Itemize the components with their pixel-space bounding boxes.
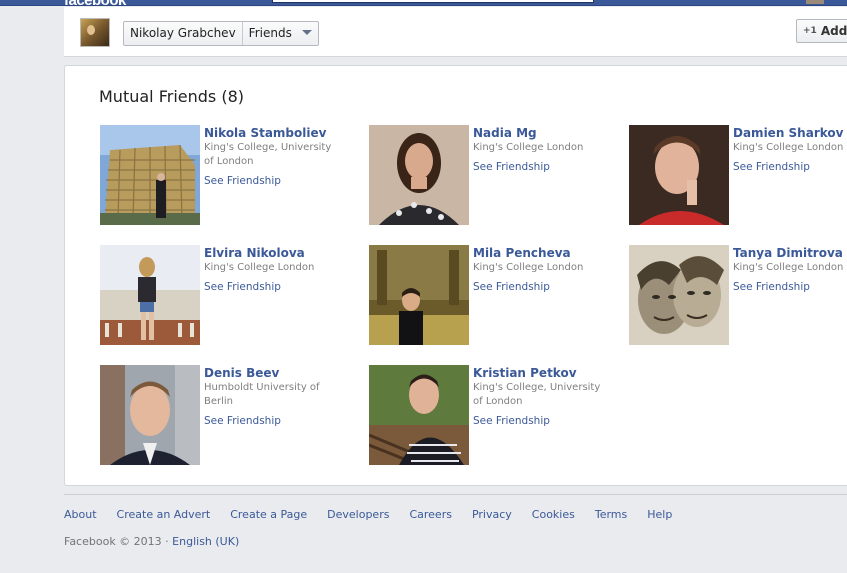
friend-info: Nadia Mg King's College London See Frien… <box>473 125 613 174</box>
friend-name-link[interactable]: Denis Beev <box>204 365 344 381</box>
friend-card: Elvira Nikolova King's College London Se… <box>100 245 350 345</box>
see-friendship-link[interactable]: See Friendship <box>204 414 344 428</box>
friend-school: King's College London <box>733 262 844 273</box>
friend-info: Denis Beev Humboldt University of Berlin… <box>204 365 344 428</box>
footer-divider <box>64 494 847 495</box>
friend-photo[interactable] <box>369 245 469 345</box>
user-avatar[interactable] <box>806 0 824 4</box>
footer-links: About Create an Advert Create a Page Dev… <box>64 508 692 521</box>
mutual-friends-panel: Mutual Friends (8) Nikola Stamboliev Kin… <box>64 65 847 486</box>
footer-link-careers[interactable]: Careers <box>409 508 452 521</box>
friend-info: Elvira Nikolova King's College London Se… <box>204 245 344 294</box>
friend-school: King's College London <box>204 262 315 273</box>
portrait-photo <box>369 365 469 465</box>
friend-school: King's College London <box>733 142 844 153</box>
friend-info: Kristian Petkov King's College, Universi… <box>473 365 613 428</box>
profile-header: Nikolay Grabchev Friends +1 Add <box>64 7 847 57</box>
friend-card: Nadia Mg King's College London See Frien… <box>369 125 619 225</box>
top-navigation-bar: facebook <box>0 0 847 9</box>
friend-photo[interactable] <box>100 245 200 345</box>
friends-dropdown-button[interactable]: Friends <box>241 22 318 45</box>
library-building-photo <box>100 125 200 225</box>
language-link[interactable]: English (UK) <box>172 535 239 548</box>
friend-name-link[interactable]: Tanya Dimitrova <box>733 245 847 261</box>
friend-card: Kristian Petkov King's College, Universi… <box>369 365 619 465</box>
see-friendship-link[interactable]: See Friendship <box>204 174 344 188</box>
friend-name-link[interactable]: Mila Pencheva <box>473 245 613 261</box>
friend-school: King's College, University of London <box>204 142 332 167</box>
friend-photo[interactable] <box>369 365 469 465</box>
add-friend-label: Add <box>820 24 847 38</box>
see-friendship-link[interactable]: See Friendship <box>204 280 344 294</box>
friend-name-link[interactable]: Elvira Nikolova <box>204 245 344 261</box>
friend-photo[interactable] <box>629 125 729 225</box>
friend-info: Nikola Stamboliev King's College, Univer… <box>204 125 344 188</box>
search-input[interactable] <box>272 0 594 3</box>
friend-card: Mila Pencheva King's College London See … <box>369 245 619 345</box>
footer-link-create-advert[interactable]: Create an Advert <box>117 508 211 521</box>
friend-photo[interactable] <box>369 125 469 225</box>
portrait-photo <box>369 125 469 225</box>
friend-info: Damien Sharkov King's College London See… <box>733 125 847 174</box>
portrait-photo <box>100 365 200 465</box>
friend-photo[interactable] <box>100 365 200 465</box>
friend-info: Tanya Dimitrova King's College London Se… <box>733 245 847 294</box>
see-friendship-link[interactable]: See Friendship <box>473 414 613 428</box>
footer-copyright: Facebook © 2013 · English (UK) <box>64 535 239 548</box>
see-friendship-link[interactable]: See Friendship <box>733 280 847 294</box>
copyright-text: Facebook © 2013 · <box>64 535 173 548</box>
friend-photo[interactable] <box>629 245 729 345</box>
friend-name-link[interactable]: Kristian Petkov <box>473 365 613 381</box>
friends-dropdown-label: Friends <box>248 26 292 40</box>
beach-portrait-photo <box>100 245 200 345</box>
footer-link-about[interactable]: About <box>64 508 97 521</box>
friend-card: Tanya Dimitrova King's College London Se… <box>629 245 847 345</box>
section-title: Mutual Friends (8) <box>99 87 244 106</box>
see-friendship-link[interactable]: See Friendship <box>473 160 613 174</box>
friend-card: Nikola Stamboliev King's College, Univer… <box>100 125 350 225</box>
friend-name-link[interactable]: Nadia Mg <box>473 125 613 141</box>
see-friendship-link[interactable]: See Friendship <box>473 280 613 294</box>
friend-card: Denis Beev Humboldt University of Berlin… <box>100 365 350 465</box>
friend-card: Damien Sharkov King's College London See… <box>629 125 847 225</box>
footer-link-terms[interactable]: Terms <box>595 508 627 521</box>
profile-thumbnail[interactable] <box>80 18 110 47</box>
friend-school: King's College London <box>473 262 584 273</box>
friend-school: King's College London <box>473 142 584 153</box>
portrait-photo <box>629 125 729 225</box>
footer-link-developers[interactable]: Developers <box>327 508 389 521</box>
chevron-down-icon <box>301 30 312 35</box>
posterized-portrait-photo <box>629 245 729 345</box>
friend-photo[interactable] <box>100 125 200 225</box>
friend-name-link[interactable]: Damien Sharkov <box>733 125 847 141</box>
footer-link-create-page[interactable]: Create a Page <box>230 508 307 521</box>
add-friend-button[interactable]: +1 Add <box>796 19 847 43</box>
friend-name-link[interactable]: Nikola Stamboliev <box>204 125 344 141</box>
footer-link-help[interactable]: Help <box>647 508 672 521</box>
add-friend-icon: +1 <box>803 26 817 36</box>
see-friendship-link[interactable]: See Friendship <box>733 160 847 174</box>
footer-link-privacy[interactable]: Privacy <box>472 508 512 521</box>
portrait-photo <box>369 245 469 345</box>
friend-school: Humboldt University of Berlin <box>204 382 320 407</box>
friend-school: King's College, University of London <box>473 382 601 407</box>
profile-name-button[interactable]: Nikolay Grabchev <box>124 22 242 45</box>
friend-info: Mila Pencheva King's College London See … <box>473 245 613 294</box>
profile-name-button-group: Nikolay Grabchev Friends <box>123 21 319 46</box>
footer-link-cookies[interactable]: Cookies <box>532 508 575 521</box>
